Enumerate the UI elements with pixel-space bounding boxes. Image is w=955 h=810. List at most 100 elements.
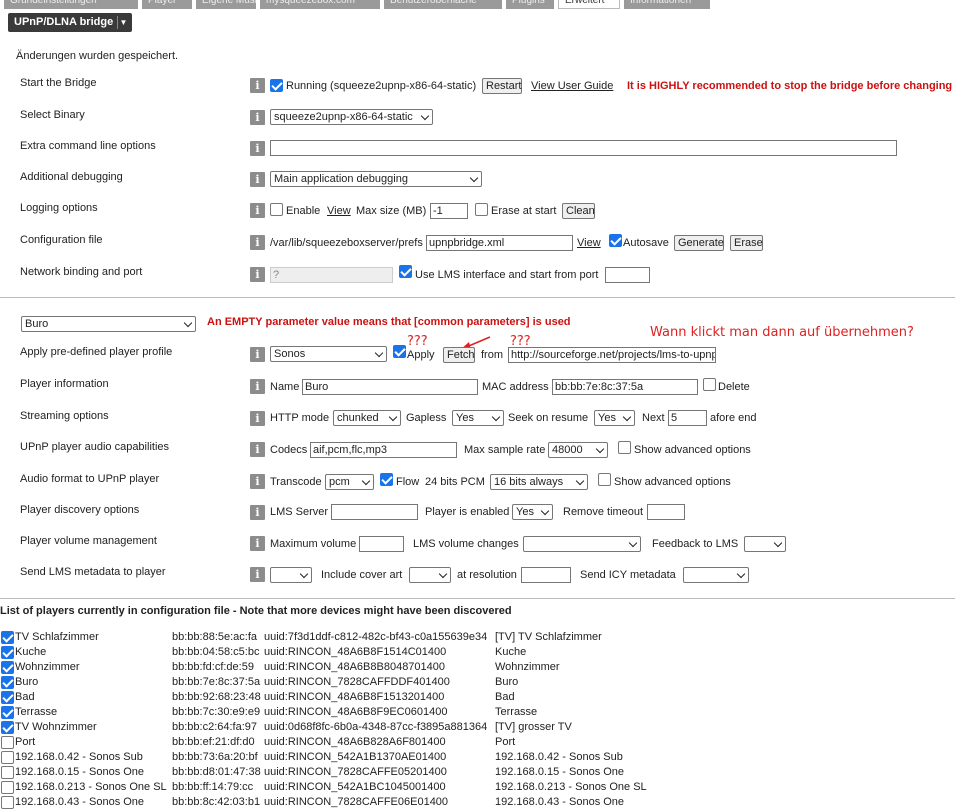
info-icon[interactable]: i [250,172,265,187]
tab-bar: Grundeinstellungen Player Eigene Musik m… [0,0,955,9]
send-icy-metadata-select[interactable] [683,567,749,583]
player-enabled-checkbox[interactable] [1,796,14,809]
binary-select[interactable]: squeeze2upnp-x86-64-static [270,109,433,125]
tab-my-music[interactable]: Eigene Musik [196,0,256,9]
info-icon[interactable]: i [250,110,265,125]
codecs-input[interactable]: aif,pcm,flc,mp3 [310,442,457,458]
tab-basic-settings[interactable]: Grundeinstellungen [4,0,138,9]
network-binding-input[interactable]: ? [270,267,393,283]
player-information-label: Player information [20,378,109,390]
fetch-button[interactable]: Fetch [443,347,475,363]
start-port-input[interactable] [605,267,650,283]
info-icon[interactable]: i [250,474,265,489]
player-enabled-checkbox[interactable] [1,676,14,689]
running-checkbox[interactable] [270,79,283,92]
player-select[interactable]: Buro [21,316,196,332]
info-icon[interactable]: i [250,203,265,218]
logging-enable-checkbox[interactable] [270,203,283,216]
erase-at-start-checkbox[interactable] [475,203,488,216]
max-sample-rate-select[interactable]: 48000 [548,442,608,458]
player-uuid: uuid:RINCON_542A1BC1045001400 [264,781,446,793]
player-name: 192.168.0.42 - Sonos Sub [15,751,143,763]
player-friendly-name: 192.168.0.15 - Sonos One [495,766,625,778]
player-enabled-checkbox[interactable] [1,736,14,749]
gapless-select[interactable]: Yes [452,410,504,426]
table-row: 192.168.0.213 - Sonos One SL bb:bb:ff:14:… [0,780,955,795]
remove-timeout-input[interactable] [647,504,685,520]
handwritten-note: Wann klickt man dann auf übernehmen? [650,325,914,340]
show-advanced-format-checkbox[interactable] [598,473,611,486]
info-icon[interactable]: i [250,442,265,457]
info-icon[interactable]: i [250,347,265,362]
autosave-checkbox[interactable] [609,234,622,247]
plugin-menu-dropdown[interactable]: UPnP/DLNA bridge ▼ [8,13,132,32]
flow-checkbox[interactable] [380,473,393,486]
player-enabled-checkbox[interactable] [1,706,14,719]
info-icon[interactable]: i [250,411,265,426]
apply-profile-apply-label: Apply [407,349,435,361]
info-icon[interactable]: i [250,379,265,394]
info-icon[interactable]: i [250,536,265,551]
next-input[interactable]: 5 [668,410,707,426]
apply-profile-checkbox[interactable] [393,345,406,358]
http-mode-select[interactable]: chunked [333,410,401,426]
player-enabled-checkbox[interactable] [1,766,14,779]
maximum-volume-label: Maximum volume [270,538,357,550]
tab-advanced[interactable]: Erweitert [558,0,620,9]
player-friendly-name: 192.168.0.213 - Sonos One SL [495,781,647,793]
info-icon[interactable]: i [250,78,265,93]
player-enabled-select[interactable]: Yes [512,504,553,520]
lms-volume-changes-select[interactable] [523,536,641,552]
seek-on-resume-select[interactable]: Yes [594,410,635,426]
player-enabled-checkbox[interactable] [1,691,14,704]
table-row: TV Wohnzimmer bb:bb:c2:64:fa:97 uuid:0d68f… [0,720,955,735]
player-enabled-checkbox[interactable] [1,661,14,674]
afore-end-label: afore end [710,412,757,424]
info-icon[interactable]: i [250,267,265,282]
restart-button[interactable]: Restart [482,78,522,94]
player-enabled-checkbox[interactable] [1,646,14,659]
tab-player[interactable]: Player [142,0,192,9]
player-enabled-checkbox[interactable] [1,781,14,794]
generate-button[interactable]: Generate [674,235,724,251]
tab-information[interactable]: Informationen [624,0,710,9]
maximum-volume-input[interactable] [359,536,404,552]
tab-mysqueezebox[interactable]: mysqueezebox.com [260,0,380,9]
lms-server-input[interactable] [331,504,418,520]
erase-config-button[interactable]: Erase [730,235,763,251]
configuration-file-label: Configuration file [20,234,103,246]
player-enabled-checkbox[interactable] [1,631,14,644]
player-enabled-checkbox[interactable] [1,751,14,764]
delete-player-checkbox[interactable] [703,378,716,391]
include-cover-art-select[interactable] [409,567,451,583]
debugging-select[interactable]: Main application debugging [270,171,482,187]
info-icon[interactable]: i [250,235,265,250]
tab-interface[interactable]: Benutzeroberfläche [384,0,502,9]
seek-on-resume-label: Seek on resume [508,412,589,424]
start-bridge-label: Start the Bridge [20,77,97,89]
player-enabled-checkbox[interactable] [1,721,14,734]
view-user-guide-link[interactable]: View User Guide [531,80,613,92]
resolution-input[interactable] [521,567,571,583]
config-view-link[interactable]: View [577,237,601,249]
info-icon[interactable]: i [250,141,265,156]
bits-pcm-select[interactable]: 16 bits always [490,474,588,490]
use-lms-interface-checkbox[interactable] [399,265,412,278]
player-uuid: uuid:RINCON_7828CAFFE06E01400 [264,796,449,808]
transcode-select[interactable]: pcm [325,474,374,490]
extra-options-input[interactable] [270,140,897,156]
info-icon[interactable]: i [250,567,265,582]
send-metadata-select[interactable] [270,567,312,583]
logging-view-link[interactable]: View [327,205,351,217]
mac-address-input[interactable]: bb:bb:7e:8c:37:5a [552,379,698,395]
player-name-input[interactable]: Buro [302,379,478,395]
profile-url-input[interactable]: http://sourceforge.net/projects/lms-to-u… [508,347,716,363]
show-advanced-audio-checkbox[interactable] [618,441,631,454]
max-size-input[interactable]: -1 [430,203,468,219]
clean-button[interactable]: Clean [562,203,595,219]
profile-select[interactable]: Sonos [270,346,387,362]
tab-plugins[interactable]: Plugins [506,0,554,9]
config-file-input[interactable]: upnpbridge.xml [426,235,573,251]
feedback-to-lms-select[interactable] [744,536,786,552]
info-icon[interactable]: i [250,505,265,520]
